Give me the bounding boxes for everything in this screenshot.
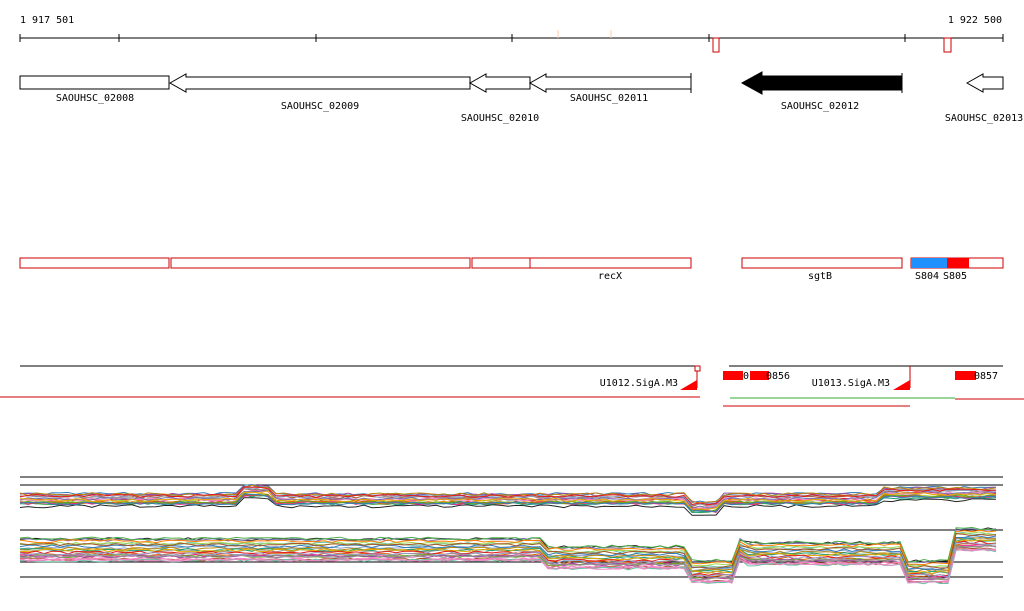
gene-label: SAOUHSC_02010 xyxy=(461,113,539,124)
promoter-label: U1012.SigA.M3 xyxy=(600,378,678,389)
tss-label-b: 0856 xyxy=(766,371,790,382)
annotation-label: recX xyxy=(598,271,622,282)
segment-s804[interactable]: S804 xyxy=(911,258,947,282)
segment-label: S805 xyxy=(943,271,967,282)
gene-saouhsc-02011[interactable]: SAOUHSC_02011 xyxy=(528,73,692,104)
tss-label: 0857 xyxy=(974,371,998,382)
gene-label: SAOUHSC_02009 xyxy=(281,101,359,112)
ruler-marker-2[interactable] xyxy=(943,37,952,53)
coordinate-ruler: 1 917 501 1 922 500 xyxy=(19,15,1004,53)
gene-saouhsc-02013[interactable]: SAOUHSC_02013 xyxy=(945,73,1023,124)
promoter-arrow xyxy=(680,380,697,390)
genome-browser-view: 1 917 501 1 922 500 SAOUHSC_02008 SAOUHS… xyxy=(0,15,1024,585)
gene-label: SAOUHSC_02011 xyxy=(570,93,648,104)
annotation-feature-3[interactable] xyxy=(471,257,531,269)
promoter-u1012[interactable]: U1012.SigA.M3 xyxy=(600,365,701,390)
gene-track: SAOUHSC_02008 SAOUHSC_02009 SAOUHSC_0201… xyxy=(19,71,1023,124)
expression-track xyxy=(19,476,1003,585)
annotation-label: sgtB xyxy=(808,271,832,282)
tss-block xyxy=(955,371,976,380)
promoter-arrow xyxy=(893,380,910,390)
annotation-feature-1[interactable] xyxy=(19,257,170,269)
tss-0857[interactable]: 0857 xyxy=(955,371,998,382)
promoter-u1013[interactable]: U1013.SigA.M3 xyxy=(812,366,911,390)
ruler-marker-1[interactable] xyxy=(712,37,720,53)
ruler-faint-marks xyxy=(557,30,612,38)
tss-block xyxy=(723,371,743,380)
gene-saouhsc-02008[interactable]: SAOUHSC_02008 xyxy=(19,75,170,104)
expression-traces xyxy=(19,483,997,585)
annotation-feature-2[interactable] xyxy=(170,257,471,269)
annotation-recx[interactable]: recX xyxy=(529,257,692,282)
annotation-track: recX sgtB S804 S805 xyxy=(19,257,1004,282)
gene-saouhsc-02012[interactable]: SAOUHSC_02012 xyxy=(740,71,903,112)
ruler-start-label: 1 917 501 xyxy=(20,15,74,26)
tss-label-a: 0 xyxy=(743,371,749,382)
gene-saouhsc-02010[interactable]: SAOUHSC_02010 xyxy=(461,73,539,124)
tss-0856[interactable]: 0 0856 xyxy=(723,371,790,382)
gene-label: SAOUHSC_02013 xyxy=(945,113,1023,124)
ruler-end-label: 1 922 500 xyxy=(948,15,1002,26)
gene-label: SAOUHSC_02012 xyxy=(781,101,859,112)
segment-label: S804 xyxy=(915,271,939,282)
promoter-label: U1013.SigA.M3 xyxy=(812,378,890,389)
selected-gene-arrow[interactable] xyxy=(740,71,903,95)
gene-saouhsc-02009[interactable]: SAOUHSC_02009 xyxy=(168,73,471,112)
transcript-track: U1012.SigA.M3 0 0856 U1013.SigA.M3 0857 xyxy=(0,365,1024,407)
gene-label: SAOUHSC_02008 xyxy=(56,93,134,104)
annotation-sgtb[interactable]: sgtB xyxy=(741,257,903,282)
